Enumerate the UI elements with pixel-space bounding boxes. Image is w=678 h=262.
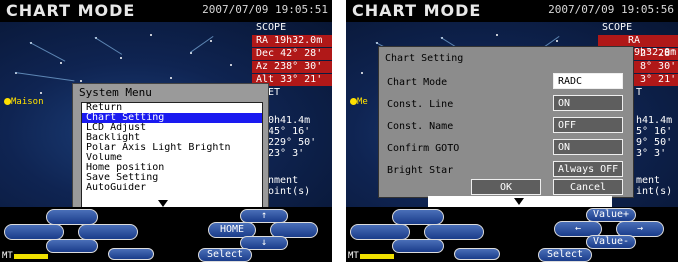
menu-item-volume[interactable]: Volume	[82, 153, 262, 163]
setting-value-const-line[interactable]: ON	[553, 95, 623, 111]
right-pad-button[interactable]	[424, 224, 484, 240]
chart-setting-dialog: Chart Setting Chart Mode RADC Const. Lin…	[378, 46, 634, 198]
dialog-scroll-strip	[428, 196, 612, 207]
down-pad-button[interactable]	[392, 239, 444, 253]
left-arrow-icon: ←	[574, 223, 582, 234]
setting-value-confirm-goto[interactable]: ON	[553, 139, 623, 155]
target-ra: 0h41.4m	[268, 115, 311, 126]
planet-marker-icon	[4, 98, 11, 105]
value-minus-button[interactable]: Value-	[586, 235, 636, 249]
bottom-pad-button[interactable]	[454, 248, 500, 260]
alignment-line2: int(s)	[636, 186, 673, 197]
target-alt: 23° 3'	[268, 148, 305, 159]
menu-item-polar-axis-light[interactable]: Polar Axis Light Brightn	[82, 143, 262, 153]
up-pad-button[interactable]	[46, 209, 98, 225]
left-pad-button[interactable]	[350, 224, 410, 240]
menu-item-autoguider[interactable]: AutoGuider	[82, 183, 262, 193]
scope-coordinates: SCOPE RA 19h32.0m Dec 42° 28' Az 238° 30…	[252, 22, 332, 86]
alignment-line1: ment	[636, 175, 661, 186]
planet-name: Me	[357, 97, 368, 107]
right-arrow-icon: →	[636, 223, 644, 234]
datetime: 2007/07/09 19:05:51	[202, 3, 328, 16]
scope-dec: Dec 42° 28'	[252, 48, 332, 60]
ok-button[interactable]: OK	[471, 179, 541, 195]
scope-ra: RA 19h32.0m	[252, 35, 332, 47]
bottom-pad-button[interactable]	[108, 248, 154, 260]
menu-item-home-position[interactable]: Home position	[82, 163, 262, 173]
target-et: ET	[268, 87, 281, 98]
setting-label-bright-star: Bright Star	[387, 165, 454, 176]
setting-value-chart-mode[interactable]: RADC	[553, 73, 623, 89]
cancel-button[interactable]: Cancel	[553, 179, 623, 195]
up-arrow-icon: ↑	[260, 210, 268, 221]
dialog-title: Chart Setting	[385, 53, 464, 64]
right-screen: CHART MODE 2007/07/09 19:05:56 SCOPE RA …	[346, 0, 678, 262]
menu-item-return[interactable]: Return	[82, 103, 262, 113]
left-screen: CHART MODE 2007/07/09 19:05:51 SCOPE RA …	[0, 0, 332, 262]
header-bar: CHART MODE 2007/07/09 19:05:56	[346, 0, 678, 22]
alignment-line2: oint(s)	[268, 186, 311, 197]
target-alt: 3° 3'	[636, 148, 667, 159]
motor-bar	[14, 254, 48, 259]
down-arrow-icon: ↓	[260, 237, 268, 248]
mode-title: CHART MODE	[6, 1, 136, 20]
target-dec: 45° 16'	[268, 126, 311, 137]
menu-item-save-setting[interactable]: Save Setting	[82, 173, 262, 183]
setting-label-const-line: Const. Line	[387, 99, 454, 110]
setting-value-const-name[interactable]: OFF	[553, 117, 623, 133]
target-ra: h41.4m	[636, 115, 673, 126]
system-menu-title: System Menu	[79, 86, 152, 99]
setting-label-const-name: Const. Name	[387, 121, 454, 132]
value-minus-label: Value-	[592, 236, 630, 247]
target-dec: 5° 16'	[636, 126, 673, 137]
menu-item-lcd-adjust[interactable]: LCD Adjust	[82, 123, 262, 133]
up-pad-button[interactable]	[392, 209, 444, 225]
scope-label: SCOPE	[602, 22, 633, 33]
select-button[interactable]: Select	[198, 248, 252, 262]
scroll-down-icon[interactable]	[514, 198, 524, 205]
mode-title: CHART MODE	[352, 1, 482, 20]
planet-name: Maison	[11, 97, 44, 107]
menu-item-backlight[interactable]: Backlight	[82, 133, 262, 143]
up-arrow-button[interactable]: ↑	[240, 209, 288, 223]
system-menu-list: Return Chart Setting LCD Adjust Backligh…	[81, 102, 263, 210]
target-az: 9° 50'	[636, 137, 673, 148]
motor-label: MT	[2, 251, 13, 261]
select-button[interactable]: Select	[538, 248, 592, 262]
value-plus-button[interactable]: Value+	[586, 208, 636, 222]
scope-label: SCOPE	[256, 22, 287, 33]
target-et: T	[636, 87, 643, 98]
down-pad-button[interactable]	[46, 239, 98, 253]
setting-label-confirm-goto: Confirm GOTO	[387, 143, 460, 154]
header-bar: CHART MODE 2007/07/09 19:05:51	[0, 0, 332, 22]
planet-marker-icon	[350, 98, 357, 105]
datetime: 2007/07/09 19:05:56	[548, 3, 674, 16]
right-pad-button[interactable]	[78, 224, 138, 240]
system-menu: System Menu Return Chart Setting LCD Adj…	[72, 83, 269, 210]
motor-label: MT	[348, 251, 359, 261]
alignment-line1: nment	[268, 175, 299, 186]
setting-label-chart-mode: Chart Mode	[387, 77, 448, 88]
scope-az: Az 238° 30'	[252, 61, 332, 73]
setting-value-bright-star[interactable]: Always OFF	[553, 161, 623, 177]
scroll-down-icon[interactable]	[158, 200, 168, 207]
home-label: HOME	[219, 224, 245, 235]
motor-bar	[360, 254, 394, 259]
menu-item-chart-setting[interactable]: Chart Setting	[82, 113, 262, 123]
value-plus-label: Value+	[592, 209, 630, 220]
left-pad-button[interactable]	[4, 224, 64, 240]
target-az: 229° 50'	[268, 137, 317, 148]
